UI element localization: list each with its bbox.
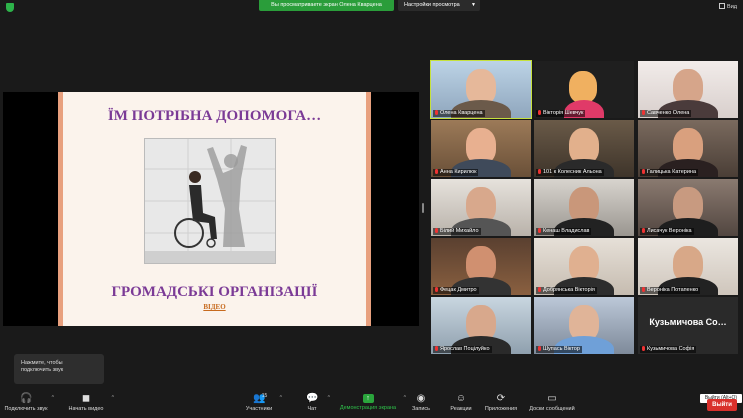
smiley-icon: ☺ xyxy=(455,393,467,404)
view-button-label: Вид xyxy=(727,4,737,10)
headphones-icon: 🎧 xyxy=(20,393,33,404)
muted-mic-icon xyxy=(435,228,438,233)
chevron-up-icon[interactable]: ^ xyxy=(404,395,406,401)
participant-tile[interactable]: Ярослав Поцілуйко xyxy=(431,297,531,354)
chat-label: Чат xyxy=(307,406,317,412)
participant-name: Фецак Дмитро xyxy=(433,287,479,294)
start-video-button[interactable]: ◼ Начать видео ^ xyxy=(64,392,114,413)
meeting-toolbar: 🎧 Подключить звук ^ ◼ Начать видео ^ 👥 1… xyxy=(0,392,743,418)
participant-tile[interactable]: Вероніка Потапенко xyxy=(638,238,738,295)
apps-button[interactable]: ⟳ Приложения xyxy=(482,392,520,413)
record-icon: ◉ xyxy=(416,393,426,404)
participant-name: Вікторія Шевчук xyxy=(536,110,586,117)
toast-line-1: Нажмите, чтобы xyxy=(21,360,63,366)
muted-mic-icon xyxy=(538,169,541,174)
participant-display-name: Кузьмичова Со… xyxy=(649,317,727,327)
participant-tile[interactable]: Шупась Віктор xyxy=(534,297,634,354)
participant-tile[interactable]: Савченко Олена xyxy=(638,61,738,118)
apps-label: Приложения xyxy=(484,406,518,412)
share-screen-button[interactable]: ↑ Демонстрация экрана ^ xyxy=(336,392,406,411)
participant-name: Шупась Віктор xyxy=(536,346,582,353)
muted-mic-icon xyxy=(538,110,541,115)
muted-mic-icon xyxy=(642,169,645,174)
participant-name: Савченко Олена xyxy=(640,110,692,117)
grid-icon xyxy=(719,3,726,9)
participant-tile[interactable]: Олена Кварцена xyxy=(430,60,532,119)
presentation-slide: ЇМ ПОТРІБНА ДОПОМОГА… ГРОМАДСЬКІ ОРГАНІЗ… xyxy=(58,92,371,326)
participant-name: Лисачук Вероніка xyxy=(640,228,694,235)
start-video-label: Начать видео xyxy=(68,406,104,412)
toast-line-2: подключить звук xyxy=(21,367,64,373)
panel-resize-handle[interactable] xyxy=(422,203,424,213)
chat-icon: 💬 xyxy=(306,393,319,404)
chevron-up-icon[interactable]: ^ xyxy=(52,395,54,401)
participant-tile[interactable]: Добрянська Вікторія xyxy=(534,238,634,295)
participant-tile[interactable]: Галицька Катерина xyxy=(638,120,738,177)
participant-tile[interactable]: 101 к Колесник Альона xyxy=(534,120,634,177)
muted-mic-icon xyxy=(435,287,438,292)
participant-name: Олена Кварцена xyxy=(433,110,485,117)
muted-mic-icon xyxy=(642,346,645,351)
chat-button[interactable]: 💬 Чат ^ xyxy=(300,392,330,413)
chevron-up-icon[interactable]: ^ xyxy=(328,395,330,401)
leave-button[interactable]: Выйти xyxy=(707,399,737,411)
top-bar: Вы просматриваете экран Олена Кварцена Н… xyxy=(0,0,743,14)
muted-mic-icon xyxy=(642,287,645,292)
share-screen-icon: ↑ xyxy=(362,394,374,403)
view-button[interactable]: Вид xyxy=(719,3,737,10)
whiteboards-label: Доски сообщений xyxy=(529,406,575,412)
whiteboards-button[interactable]: ▭ Доски сообщений xyxy=(526,392,578,413)
join-audio-label: Подключить звук xyxy=(4,406,48,412)
participant-name: Кузьмичова Софія xyxy=(640,346,697,353)
reactions-label: Реакции xyxy=(450,406,472,412)
join-audio-button[interactable]: 🎧 Подключить звук ^ xyxy=(4,392,54,413)
slide-photo xyxy=(144,138,276,264)
share-banner: Вы просматриваете экран Олена Кварцена xyxy=(259,0,394,11)
participant-name: Кенаш Владислав xyxy=(536,228,592,235)
participant-tile[interactable]: Білий Михайло xyxy=(431,179,531,236)
participant-name: Білий Михайло xyxy=(433,228,481,235)
chevron-up-icon[interactable]: ^ xyxy=(280,395,282,401)
participant-name: Вероніка Потапенко xyxy=(640,287,701,294)
record-button[interactable]: ◉ Запись xyxy=(408,392,434,413)
reactions-button[interactable]: ☺ Реакции xyxy=(446,392,476,413)
participant-tile[interactable]: Вікторія Шевчук xyxy=(534,61,634,118)
chevron-up-icon[interactable]: ^ xyxy=(112,395,114,401)
view-options-label: Настройки просмотра xyxy=(404,2,460,8)
muted-mic-icon xyxy=(435,346,438,351)
participant-tile[interactable]: Фецак Дмитро xyxy=(431,238,531,295)
apps-icon: ⟳ xyxy=(496,393,506,404)
share-screen-label: Демонстрация экрана xyxy=(339,405,397,411)
participants-label: Участники xyxy=(245,406,273,412)
participant-tile[interactable]: Лисачук Вероніка xyxy=(638,179,738,236)
participant-name: Анна Кирилюк xyxy=(433,169,479,176)
view-options-button[interactable]: Настройки просмотра ▼ xyxy=(398,0,480,11)
participant-tile[interactable]: Кенаш Владислав xyxy=(534,179,634,236)
participants-button[interactable]: 👥 15 Участники ^ xyxy=(242,392,282,412)
muted-mic-icon xyxy=(642,110,645,115)
video-off-icon: ◼ xyxy=(81,393,91,404)
participants-count: 15 xyxy=(261,393,268,399)
record-label: Запись xyxy=(411,406,431,412)
participant-name: 101 к Колесник Альона xyxy=(536,169,604,176)
shield-icon[interactable] xyxy=(6,3,14,12)
muted-mic-icon xyxy=(642,228,645,233)
participant-name: Галицька Катерина xyxy=(640,169,699,176)
join-audio-toast[interactable]: Нажмите, чтобы подключить звук xyxy=(14,354,104,384)
video-link[interactable]: ВІДЕО xyxy=(58,303,371,311)
muted-mic-icon xyxy=(435,110,438,115)
muted-mic-icon xyxy=(538,346,541,351)
slide-title: ЇМ ПОТРІБНА ДОПОМОГА… xyxy=(107,108,322,124)
participant-name: Добрянська Вікторія xyxy=(536,287,597,294)
participant-tile[interactable]: Кузьмичова Со… Кузьмичова Софія xyxy=(638,297,738,354)
muted-mic-icon xyxy=(538,287,541,292)
shared-screen: ЇМ ПОТРІБНА ДОПОМОГА… ГРОМАДСЬКІ ОРГАНІЗ… xyxy=(3,92,419,326)
whiteboard-icon: ▭ xyxy=(547,393,557,404)
chevron-down-icon: ▼ xyxy=(471,2,476,8)
slide-subtitle: ГРОМАДСЬКІ ОРГАНІЗАЦІЇ xyxy=(111,284,318,300)
participant-name: Ярослав Поцілуйко xyxy=(433,346,492,353)
muted-mic-icon xyxy=(435,169,438,174)
participant-tile[interactable]: Анна Кирилюк xyxy=(431,120,531,177)
muted-mic-icon xyxy=(538,228,541,233)
